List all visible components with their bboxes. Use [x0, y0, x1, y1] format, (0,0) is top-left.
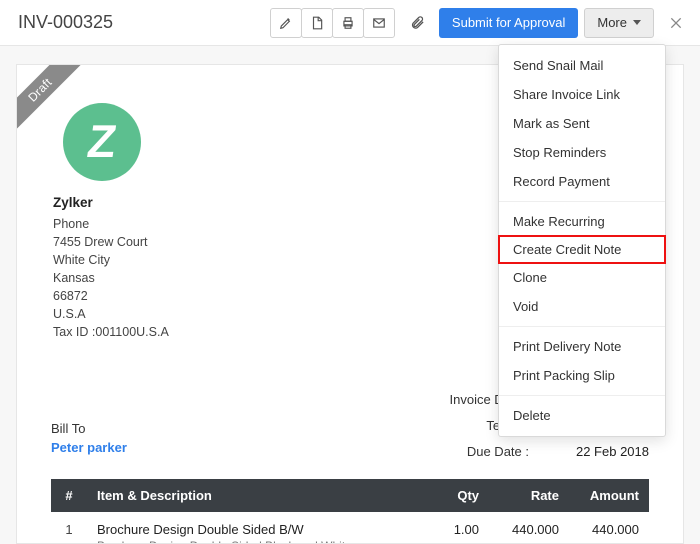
file-icon [310, 16, 324, 30]
table-row: 1Brochure Design Double Sided B/WBrochur… [51, 512, 649, 544]
meta-row: Due Date :22 Feb 2018 [389, 439, 649, 465]
menu-item-share-invoice-link[interactable]: Share Invoice Link [499, 80, 665, 109]
cell-amount: 440.000 [569, 512, 649, 544]
menu-separator [499, 326, 665, 327]
menu-item-send-snail-mail[interactable]: Send Snail Mail [499, 51, 665, 80]
menu-item-print-packing-slip[interactable]: Print Packing Slip [499, 361, 665, 390]
mail-icon [372, 16, 386, 30]
menu-item-create-credit-note[interactable]: Create Credit Note [499, 236, 665, 263]
pdf-button[interactable] [301, 8, 333, 38]
col-number: # [51, 479, 87, 512]
col-qty: Qty [409, 479, 489, 512]
more-button-label: More [597, 15, 627, 30]
line-items-table: # Item & Description Qty Rate Amount 1Br… [51, 479, 649, 544]
menu-separator [499, 201, 665, 202]
menu-separator [499, 395, 665, 396]
meta-value: 22 Feb 2018 [539, 439, 649, 465]
meta-key: Due Date : [389, 439, 539, 465]
submit-for-approval-button[interactable]: Submit for Approval [439, 8, 578, 38]
pencil-icon [279, 16, 293, 30]
bill-to-name[interactable]: Peter parker [51, 440, 127, 455]
edit-button[interactable] [270, 8, 302, 38]
attach-button[interactable] [405, 8, 431, 38]
company-logo: Z [63, 103, 141, 181]
cell-number: 1 [51, 512, 87, 544]
paperclip-icon [410, 15, 425, 30]
menu-item-record-payment[interactable]: Record Payment [499, 167, 665, 196]
cell-description: Brochure Design Double Sided B/WBrochure… [87, 512, 409, 544]
menu-item-mark-as-sent[interactable]: Mark as Sent [499, 109, 665, 138]
close-icon [668, 15, 684, 31]
page-title: INV-000325 [18, 12, 113, 33]
menu-item-delete[interactable]: Delete [499, 401, 665, 430]
bill-to-label: Bill To [51, 421, 127, 436]
menu-item-clone[interactable]: Clone [499, 263, 665, 292]
more-dropdown: Send Snail MailShare Invoice LinkMark as… [498, 44, 666, 437]
email-button[interactable] [363, 8, 395, 38]
print-button[interactable] [332, 8, 364, 38]
toolbar-icon-group [270, 8, 395, 38]
menu-item-make-recurring[interactable]: Make Recurring [499, 207, 665, 236]
menu-item-void[interactable]: Void [499, 292, 665, 321]
bill-to-block: Bill To Peter parker [51, 421, 127, 455]
caret-down-icon [633, 20, 641, 25]
more-button[interactable]: More [584, 8, 654, 38]
logo-letter: Z [84, 114, 120, 168]
close-button[interactable] [664, 13, 688, 33]
menu-item-stop-reminders[interactable]: Stop Reminders [499, 138, 665, 167]
col-rate: Rate [489, 479, 569, 512]
cell-rate: 440.000 [489, 512, 569, 544]
menu-item-print-delivery-note[interactable]: Print Delivery Note [499, 332, 665, 361]
col-description: Item & Description [87, 479, 409, 512]
cell-qty: 1.00 [409, 512, 489, 544]
col-amount: Amount [569, 479, 649, 512]
printer-icon [341, 16, 355, 30]
